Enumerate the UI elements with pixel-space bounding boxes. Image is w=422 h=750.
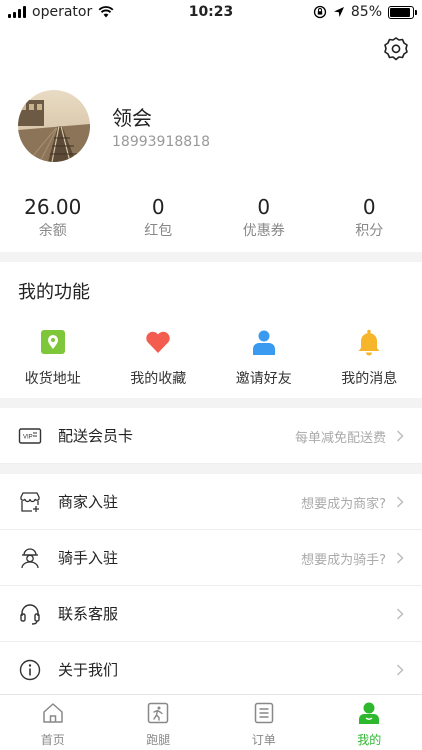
tab-label: 跑腿: [146, 733, 171, 747]
customer-service-row[interactable]: 联系客服: [0, 586, 422, 642]
tab-bar: 首页 跑腿 订单 我的: [0, 694, 422, 750]
vip-card-icon: VIP: [18, 428, 42, 444]
func-label: 我的收藏: [130, 371, 187, 387]
mine-icon: [359, 702, 380, 724]
section-divider: [0, 398, 422, 408]
rider-join-row[interactable]: 骑手入驻 想要成为骑手?: [0, 530, 422, 586]
stat-label: 余额: [38, 223, 67, 239]
headset-icon: [20, 604, 40, 625]
person-icon: [252, 330, 275, 355]
store-icon: [20, 492, 40, 512]
func-address[interactable]: 收货地址: [0, 328, 106, 390]
avatar-image: [18, 90, 90, 162]
member-card-label: 配送会员卡: [58, 427, 134, 445]
stat-label: 优惠券: [242, 223, 285, 239]
merchant-join-hint: 想要成为商家?: [301, 497, 386, 512]
customer-service-label: 联系客服: [58, 605, 119, 623]
chevron-right-icon: [397, 552, 404, 564]
bell-icon: [358, 329, 380, 356]
functions-title: 我的功能: [18, 282, 90, 303]
func-invite[interactable]: 邀请好友: [211, 328, 317, 390]
func-favorites[interactable]: 我的收藏: [106, 328, 212, 390]
member-card-hint: 每单减免配送费: [294, 431, 386, 446]
status-bar: operator 10:23 85%: [0, 0, 422, 26]
stat-value: 0: [151, 195, 165, 219]
stat-label: 红包: [144, 223, 173, 239]
member-card-row[interactable]: VIP 配送会员卡 每单减免配送费: [0, 408, 422, 464]
rider-join-hint: 想要成为骑手?: [301, 553, 386, 568]
chevron-right-icon: [397, 430, 404, 442]
stat-red-packet[interactable]: 0 红包: [106, 194, 212, 244]
home-icon: [43, 703, 63, 723]
location-icon: [40, 330, 65, 354]
stat-label: 积分: [355, 223, 384, 239]
user-phone: 18993918818: [112, 134, 210, 150]
tab-home[interactable]: 首页: [0, 695, 106, 750]
tab-errand[interactable]: 跑腿: [106, 695, 212, 750]
tab-label: 订单: [251, 733, 276, 747]
heart-icon: [146, 331, 170, 353]
stat-coupon[interactable]: 0 优惠券: [211, 194, 317, 244]
tab-mine[interactable]: 我的: [317, 695, 422, 750]
merchant-join-label: 商家入驻: [58, 493, 119, 511]
stats-row: 26.00 余额 0 红包 0 优惠券 0 积分: [0, 194, 422, 244]
func-messages[interactable]: 我的消息: [317, 328, 422, 390]
stat-value: 26.00: [24, 195, 82, 219]
chevron-right-icon: [397, 664, 404, 676]
battery-percent: 85%: [350, 4, 382, 20]
chevron-right-icon: [397, 608, 404, 620]
settings-gear-icon[interactable]: [382, 35, 410, 63]
stat-points[interactable]: 0 积分: [317, 194, 422, 244]
func-label: 收货地址: [24, 371, 81, 387]
chevron-right-icon: [397, 496, 404, 508]
func-label: 我的消息: [341, 371, 398, 387]
stat-value: 0: [362, 195, 376, 219]
section-divider: [0, 464, 422, 474]
stat-balance[interactable]: 26.00 余额: [0, 194, 106, 244]
stat-value: 0: [257, 195, 271, 219]
rider-icon: [21, 548, 39, 569]
order-icon: [254, 702, 273, 724]
errand-icon: [148, 702, 169, 724]
user-name: 领会: [112, 106, 152, 130]
merchant-join-row[interactable]: 商家入驻 想要成为商家?: [0, 474, 422, 530]
about-us-label: 关于我们: [58, 661, 119, 679]
section-divider: [0, 252, 422, 262]
tab-label: 我的: [357, 733, 382, 747]
tab-orders[interactable]: 订单: [211, 695, 317, 750]
info-icon: [19, 659, 41, 681]
avatar[interactable]: [18, 90, 90, 162]
about-us-row[interactable]: 关于我们: [0, 642, 422, 698]
location-arrow-icon: [333, 7, 344, 17]
tab-label: 首页: [40, 733, 65, 747]
profile-section[interactable]: 领会 18993918818: [18, 90, 408, 170]
func-label: 邀请好友: [235, 371, 292, 387]
rotation-lock-icon: [313, 5, 327, 19]
svg-text:VIP: VIP: [23, 435, 33, 441]
battery-icon: [388, 5, 417, 19]
status-right: 85%: [313, 4, 417, 20]
functions-grid: 收货地址 我的收藏 邀请好友 我的消息: [0, 328, 422, 390]
rider-join-label: 骑手入驻: [58, 549, 119, 567]
